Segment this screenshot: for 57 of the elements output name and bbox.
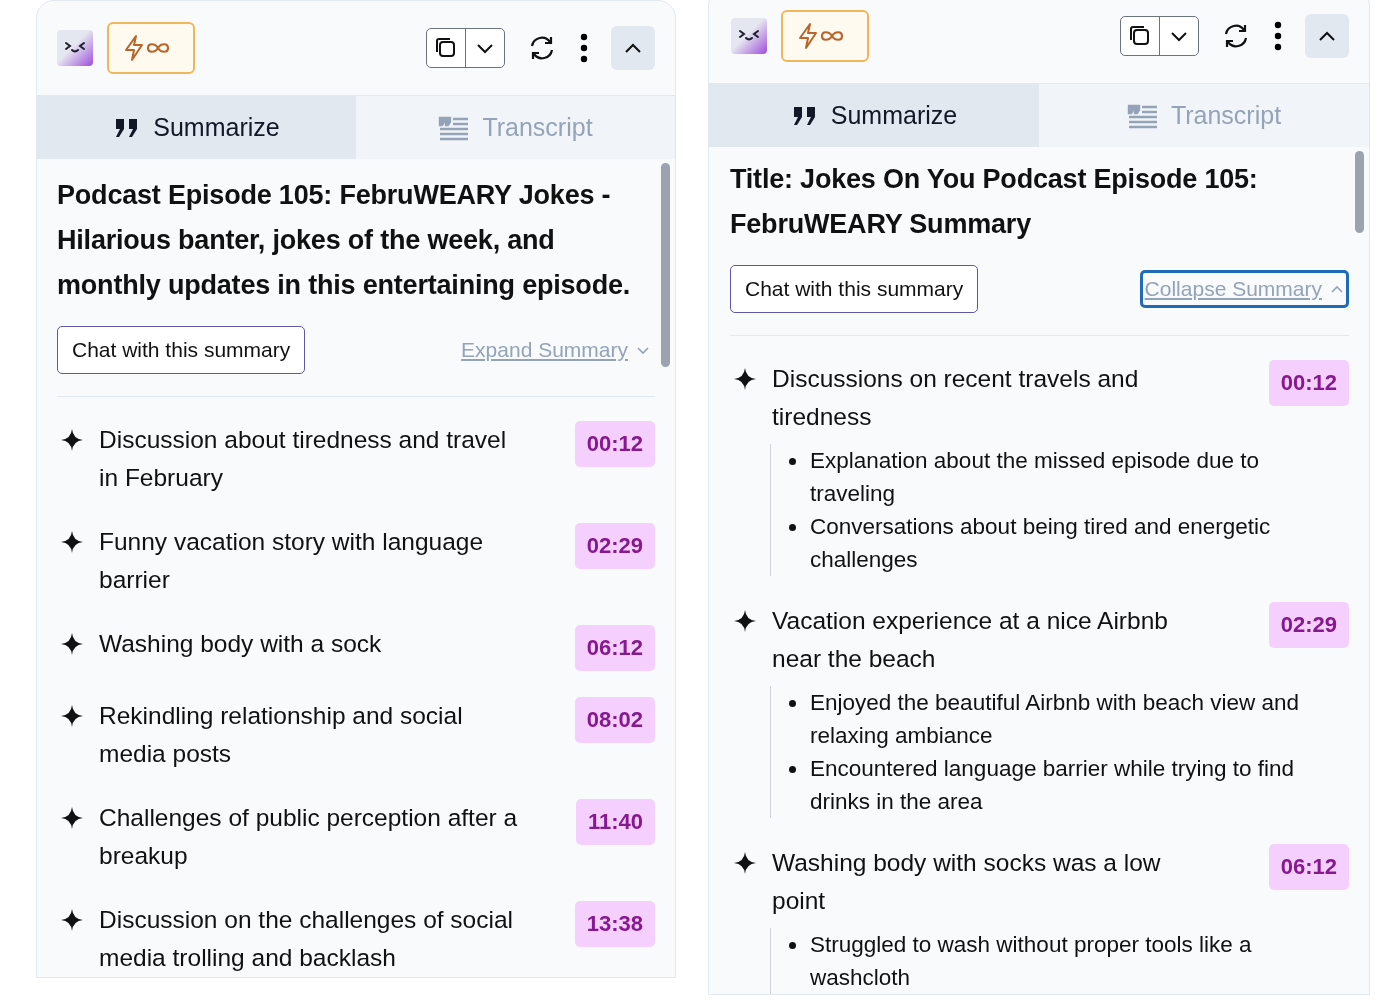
summary-point: Washing body with socks was a low point <box>772 848 1162 916</box>
scrollbar-thumb[interactable] <box>660 163 670 367</box>
sub-point: Conversations about being tired and energetic challenges <box>810 513 1272 574</box>
transcript-icon <box>438 114 471 141</box>
unlimited-button[interactable] <box>107 22 195 74</box>
scrollbar-thumb[interactable] <box>1354 151 1364 233</box>
summary-point: Challenges of public perception after a breakup <box>99 803 519 871</box>
app-logo-icon[interactable] <box>57 30 93 66</box>
timestamp-badge[interactable]: 00:12 <box>1268 360 1349 406</box>
sub-point: Enjoyed the beautiful Airbnb with beach view and relaxing ambiance <box>810 689 1301 750</box>
more-options-icon[interactable] <box>1273 21 1283 51</box>
timestamp-badge[interactable]: 02:29 <box>1268 602 1349 648</box>
chat-button[interactable]: Chat with this summary <box>57 326 306 374</box>
copy-split-button[interactable] <box>1120 16 1199 56</box>
sparkle-icon <box>734 610 756 632</box>
tab[interactable]: Summarize <box>709 84 1039 147</box>
summary-point: Funny vacation story with language barrier <box>99 527 485 595</box>
sparkle-icon <box>734 852 756 874</box>
timestamp-badge[interactable]: 06:12 <box>574 625 655 671</box>
sub-point: Encountered language barrier while trying to find drinks in the area <box>810 755 1296 816</box>
bullet-icon <box>789 524 796 531</box>
summary-point: Vacation experience at a nice Airbnb near the beach <box>772 606 1169 674</box>
summary-point: Washing body with a sock <box>99 629 383 659</box>
timestamp-badge[interactable]: 00:12 <box>574 421 655 467</box>
summary-point: Discussions on recent travels and tiredness <box>772 364 1140 432</box>
sparkle-icon <box>61 705 83 727</box>
sub-point: Struggled to wash without proper tools like a washcloth <box>810 931 1253 992</box>
bullet-icon <box>789 942 796 949</box>
collapse-button[interactable] <box>611 26 655 70</box>
sparkle-icon <box>734 368 756 390</box>
collapse-button[interactable] <box>1305 14 1349 58</box>
unlimited-button[interactable] <box>781 10 869 62</box>
sparkle-icon <box>61 909 83 931</box>
more-options-icon[interactable] <box>579 33 589 63</box>
sparkle-icon <box>61 633 83 655</box>
summary-point: Rekindling relationship and social media posts <box>99 701 464 769</box>
tab[interactable]: Summarize <box>37 96 356 159</box>
timestamp-badge[interactable]: 08:02 <box>574 697 655 743</box>
sparkle-icon <box>61 807 83 829</box>
chat-button[interactable]: Chat with this summary <box>730 265 979 313</box>
summary-point: Discussion about tiredness and travel in February <box>99 425 508 493</box>
timestamp-badge[interactable]: 06:12 <box>1268 844 1349 890</box>
timestamp-badge[interactable]: 02:29 <box>574 523 655 569</box>
copy-split-button[interactable] <box>426 28 505 68</box>
sparkle-icon <box>61 531 83 553</box>
summary-point: Discussion on the challenges of social media trolling and backlash <box>99 905 514 973</box>
summary-title: Title: Jokes On You Podcast Episode 105: FebruWEARY Summary <box>730 163 1259 241</box>
timestamp-badge[interactable]: 11:40 <box>575 799 655 845</box>
bullet-icon <box>789 766 796 773</box>
summary-title: Podcast Episode 105: FebruWEARY Jokes - Hilarious banter, jokes of the week, and monthly updates in this entertaining episode. <box>57 179 632 302</box>
transcript-icon <box>1126 102 1159 129</box>
timestamp-badge[interactable]: 13:38 <box>574 901 655 947</box>
bullet-icon <box>789 458 796 465</box>
sub-point: Explanation about the missed episode due to traveling <box>810 447 1261 508</box>
bullet-icon <box>789 700 796 707</box>
sparkle-icon <box>61 429 83 451</box>
app-logo-icon[interactable] <box>731 18 767 54</box>
